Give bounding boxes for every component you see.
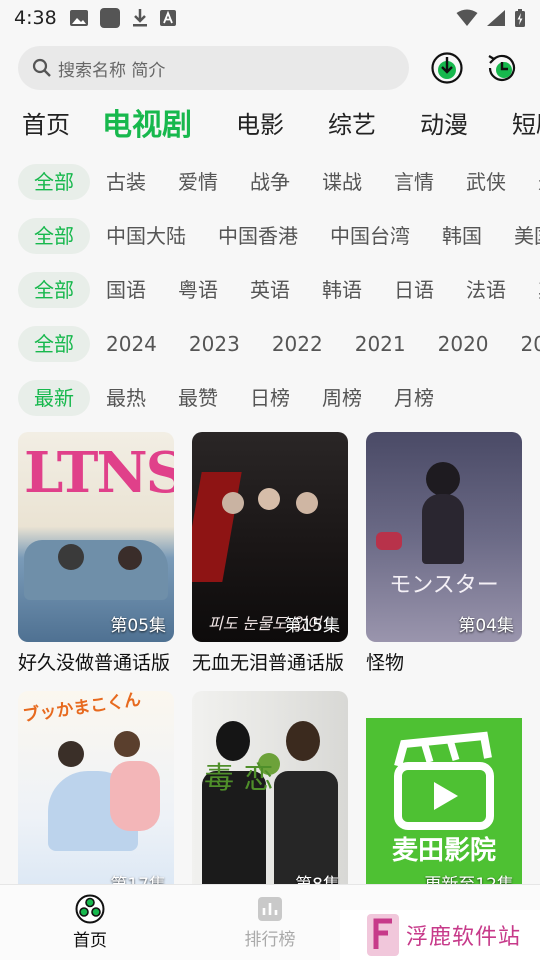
sort-chip[interactable]: 最新: [18, 380, 90, 416]
system-icons: [456, 8, 526, 28]
year-chip[interactable]: 2020: [422, 326, 505, 362]
poster-title-text: ブッかまこくん: [21, 691, 143, 727]
year-chip[interactable]: 2022: [256, 326, 339, 362]
video-card[interactable]: ブッかまこくん 第17集: [18, 691, 174, 901]
download-manager-icon[interactable]: [430, 51, 464, 85]
region-chip[interactable]: 韩国: [426, 218, 498, 254]
font-icon: [159, 10, 176, 26]
signal-icon: [487, 10, 505, 26]
video-title: 好久没做普通话版: [18, 652, 171, 674]
poster-image: 毒 恋 第8集: [192, 691, 348, 901]
year-chip[interactable]: 2024: [90, 326, 173, 362]
language-chip[interactable]: 全部: [18, 272, 90, 308]
poster-image: LTNS 第05集: [18, 432, 174, 642]
year-chip[interactable]: 全部: [18, 326, 90, 362]
language-chip[interactable]: 韩语: [306, 272, 378, 308]
download-icon: [132, 9, 147, 27]
sort-chip[interactable]: 日榜: [234, 380, 306, 416]
nav-ranking-label: 排行榜: [244, 930, 296, 950]
video-card[interactable]: 麦田影院 更新至12集: [366, 718, 522, 901]
video-card[interactable]: モンスター 第04集 怪物: [366, 432, 522, 675]
language-chip[interactable]: 日语: [378, 272, 450, 308]
search-row: 搜索名称 简介: [18, 46, 522, 90]
region-chip[interactable]: 中国香港: [202, 218, 314, 254]
genre-chip[interactable]: 全部: [18, 164, 90, 200]
episode-badge: 第15集: [284, 616, 340, 636]
poster-title-text: モンスター: [389, 573, 499, 598]
ranking-chart-icon: [258, 897, 282, 921]
watermark-overlay: 浮鹿软件站: [340, 910, 540, 960]
video-card[interactable]: LTNS 第05集 好久没做普通话版: [18, 432, 174, 675]
status-bar: 4:38: [0, 0, 540, 36]
tab-anime[interactable]: 动漫: [398, 105, 490, 140]
sort-chip[interactable]: 最热: [90, 380, 162, 416]
video-title: 无血无泪普通话版: [192, 652, 345, 674]
category-tabs: 首页 电视剧 电影 综艺 动漫 短剧: [0, 96, 540, 148]
tab-home[interactable]: 首页: [0, 105, 92, 140]
sort-filter-row: 最新 最热 最赞 日榜 周榜 月榜: [18, 380, 540, 416]
tab-short-drama[interactable]: 短剧: [490, 105, 540, 140]
year-filter-row: 全部 2024 2023 2022 2021 2020 2019: [18, 326, 540, 362]
genre-chip[interactable]: 谍战: [306, 164, 378, 200]
tab-movies[interactable]: 电影: [214, 105, 306, 140]
genre-chip[interactable]: 武侠: [450, 164, 522, 200]
search-icon: [32, 58, 51, 77]
tab-variety[interactable]: 综艺: [306, 105, 398, 140]
notification-icons: [69, 7, 177, 29]
language-chip[interactable]: 粤语: [162, 272, 234, 308]
poster-image: 麦田影院 更新至12集: [366, 718, 522, 901]
language-filter-row: 全部 国语 粤语 英语 韩语 日语 法语 其: [18, 272, 540, 308]
genre-chip[interactable]: 言情: [378, 164, 450, 200]
search-input[interactable]: 搜索名称 简介: [18, 46, 409, 90]
video-title: 怪物: [366, 652, 405, 674]
watermark-text: 浮鹿软件站: [406, 925, 522, 950]
episode-badge: 第04集: [458, 616, 514, 636]
genre-chip[interactable]: 古装: [90, 164, 162, 200]
region-chip[interactable]: 中国台湾: [314, 218, 426, 254]
poster-image: ブッかまこくん 第17集: [18, 691, 174, 901]
battery-icon: [515, 9, 525, 27]
nav-home-label: 首页: [73, 931, 107, 951]
search-placeholder: 搜索名称 简介: [58, 60, 166, 81]
poster-image: モンスター 第04集: [366, 432, 522, 642]
genre-chip[interactable]: 战争: [234, 164, 306, 200]
tab-tv-series[interactable]: 电视剧: [92, 100, 214, 144]
wifi-icon: [456, 9, 478, 26]
year-chip[interactable]: 2021: [339, 326, 422, 362]
gallery-icon: [69, 10, 88, 26]
video-card[interactable]: 毒 恋 第8集: [192, 691, 348, 901]
nav-home[interactable]: 首页: [0, 885, 180, 960]
sort-chip[interactable]: 最赞: [162, 380, 234, 416]
language-chip[interactable]: 英语: [234, 272, 306, 308]
region-chip[interactable]: 全部: [18, 218, 90, 254]
language-chip[interactable]: 法语: [450, 272, 522, 308]
poster-title-text: 毒 恋: [204, 761, 274, 796]
home-film-reel-icon: [75, 894, 105, 924]
sort-chip[interactable]: 周榜: [306, 380, 378, 416]
poster-image: 피도 눈물도 없이 第15集: [192, 432, 348, 642]
episode-badge: 第05集: [110, 616, 166, 636]
language-chip[interactable]: 国语: [90, 272, 162, 308]
status-time: 4:38: [14, 7, 57, 29]
region-filter-row: 全部 中国大陆 中国香港 中国台湾 韩国 美国: [18, 218, 540, 254]
history-icon[interactable]: [485, 51, 519, 85]
sort-chip[interactable]: 月榜: [378, 380, 450, 416]
watermark-logo-icon: [367, 914, 399, 956]
poster-title-text: LTNS: [24, 440, 174, 506]
clapperboard-icon: [394, 731, 494, 830]
language-chip[interactable]: 其: [522, 272, 540, 308]
poster-car-shape: [24, 540, 168, 600]
nav-ranking[interactable]: 排行榜: [180, 885, 360, 960]
region-chip[interactable]: 美国: [498, 218, 540, 254]
region-chip[interactable]: 中国大陆: [90, 218, 202, 254]
year-chip[interactable]: 2023: [173, 326, 256, 362]
poster-title-text: 麦田影院: [391, 836, 496, 866]
year-chip[interactable]: 2019: [505, 326, 540, 362]
genre-chip[interactable]: 悬: [522, 164, 540, 200]
genre-chip[interactable]: 爱情: [162, 164, 234, 200]
genre-filter-row: 全部 古装 爱情 战争 谍战 言情 武侠 悬: [18, 164, 540, 200]
video-card[interactable]: 피도 눈물도 없이 第15集 无血无泪普通话版: [192, 432, 348, 675]
app-icon: [99, 8, 120, 28]
